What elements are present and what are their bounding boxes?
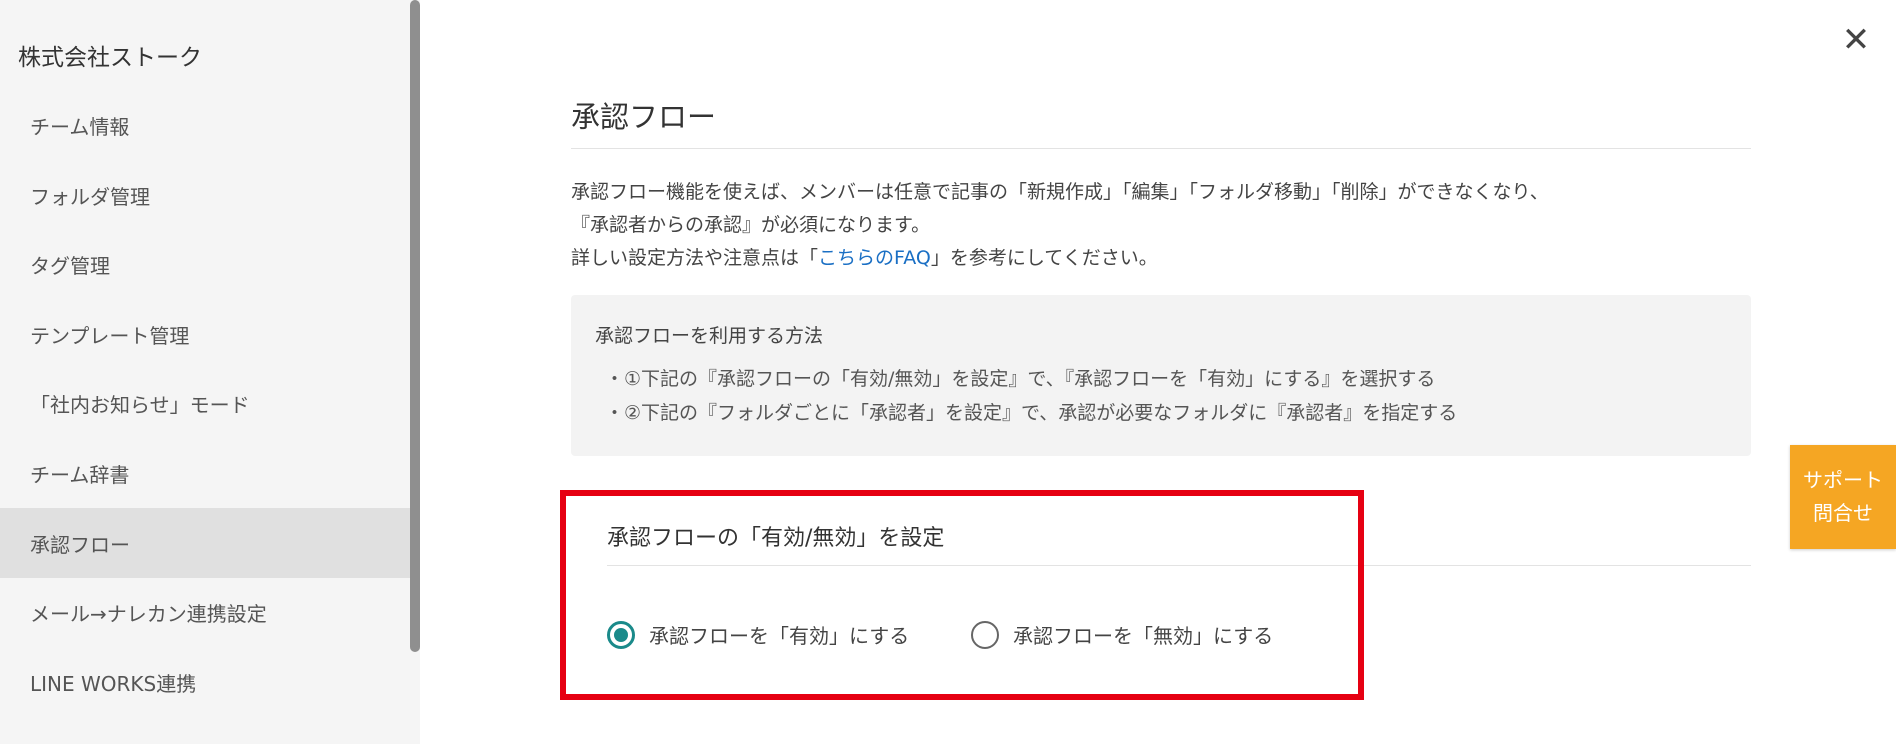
sidebar-item-announcement-mode[interactable]: 「社内お知らせ」モード (0, 368, 410, 438)
sidebar-item-team-dictionary[interactable]: チーム辞書 (0, 438, 410, 508)
sidebar-item-team-info[interactable]: チーム情報 (0, 90, 410, 160)
radio-checked-icon[interactable] (607, 620, 635, 649)
description-line-3: 詳しい設定方法や注意点は「こちらのFAQ」を参考にしてください。 (571, 242, 1751, 275)
howto-step-1: ・①下記の『承認フローの「有効/無効」を設定』で、『承認フローを「有効」にする』… (605, 368, 1436, 390)
sidebar-item-line-works[interactable]: LINE WORKS連携 (0, 647, 410, 717)
radio-unchecked-icon[interactable] (971, 620, 999, 649)
howto-title: 承認フローを利用する方法 (595, 325, 824, 347)
radio-enable-label[interactable]: 承認フローを「有効」にする (649, 620, 909, 649)
description-line-1: 承認フロー機能を使えば、メンバーは任意で記事の「新規作成」「編集」「フォルダ移動… (571, 181, 1549, 203)
setting-title: 承認フローの「有効/無効」を設定 (607, 526, 945, 551)
radio-enable[interactable]: 承認フローを「有効」にする (607, 620, 909, 649)
sidebar-item-tag-management[interactable]: タグ管理 (0, 229, 410, 299)
radio-disable[interactable]: 承認フローを「無効」にする (971, 620, 1273, 649)
settings-sidebar: 株式会社ストーク チーム情報 フォルダ管理 タグ管理 テンプレート管理 「社内お… (0, 0, 420, 744)
description: 承認フロー機能を使えば、メンバーは任意で記事の「新規作成」「編集」「フォルダ移動… (571, 176, 1751, 275)
howto-box: 承認フローを利用する方法 ・①下記の『承認フローの「有効/無効」を設定』で、『承… (571, 295, 1751, 456)
faq-link[interactable]: こちらのFAQ (818, 247, 931, 269)
sidebar-item-folder-management[interactable]: フォルダ管理 (0, 160, 410, 230)
company-name: 株式会社ストーク (18, 45, 202, 71)
description-line-2: 『承認者からの承認』が必須になります。 (571, 214, 931, 236)
support-label-1: サポート (1803, 468, 1883, 492)
sidebar-item-template-management[interactable]: テンプレート管理 (0, 299, 410, 369)
sidebar-item-approval-flow[interactable]: 承認フロー (0, 508, 410, 578)
description-prefix: 詳しい設定方法や注意点は「 (571, 247, 819, 269)
setting-divider (607, 565, 1751, 566)
support-button[interactable]: サポート 問合せ (1790, 445, 1896, 549)
sidebar-item-mail-integration[interactable]: メール→ナレカン連携設定 (0, 577, 410, 647)
title-divider (571, 148, 1751, 149)
sidebar-scrollbar[interactable] (410, 0, 420, 652)
page-title: 承認フロー (571, 100, 717, 134)
radio-disable-label[interactable]: 承認フローを「無効」にする (1013, 620, 1273, 649)
close-icon[interactable]: ✕ (1838, 20, 1874, 60)
howto-step-2: ・②下記の『フォルダごとに「承認者」を設定』で、承認が必要なフォルダに『承認者』… (605, 402, 1458, 424)
description-suffix: 」を参考にしてください。 (930, 247, 1158, 269)
support-label-2: 問合せ (1813, 501, 1873, 525)
